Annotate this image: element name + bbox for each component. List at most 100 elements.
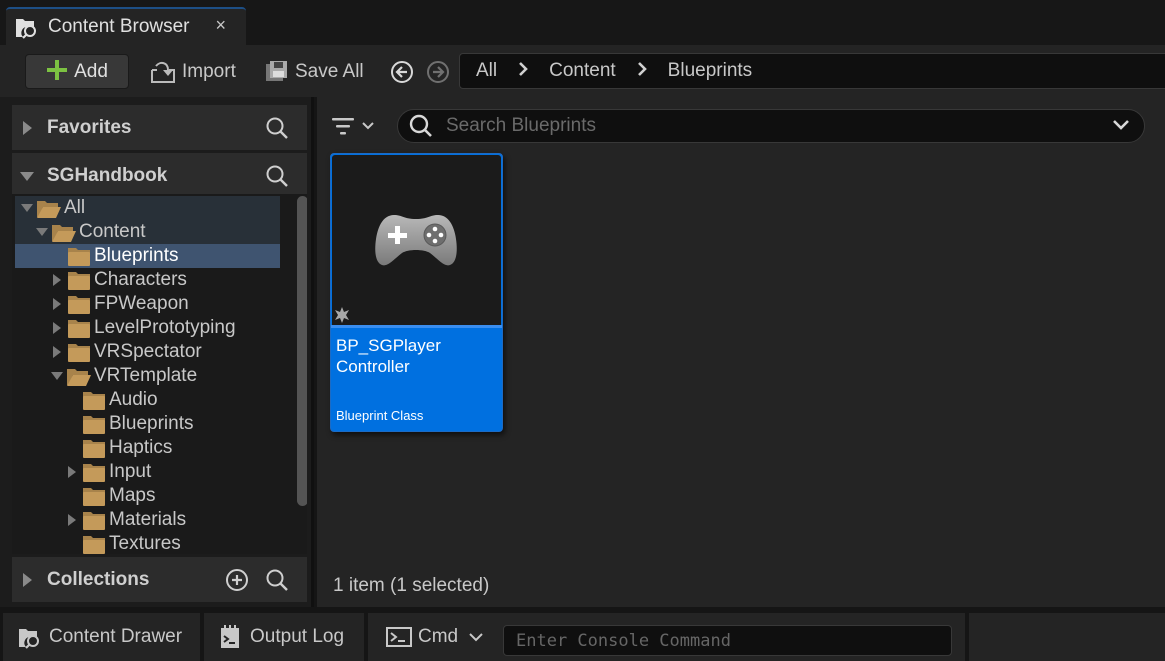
content-drawer-label: Content Drawer: [49, 626, 183, 647]
console-input-box: [503, 625, 952, 656]
close-tab-icon[interactable]: ×: [215, 15, 226, 36]
folder-open-icon: [37, 201, 61, 218]
tree-scrollbar[interactable]: [297, 196, 307, 506]
search-input[interactable]: [446, 115, 1106, 137]
gamepad-icon: [335, 215, 457, 323]
tree-item[interactable]: Input: [15, 460, 280, 484]
collections-header[interactable]: Collections: [12, 557, 307, 602]
output-log-icon: [221, 625, 239, 648]
cmd-dropdown[interactable]: Cmd: [386, 626, 484, 648]
folder-icon: [68, 248, 90, 266]
output-log-label: Output Log: [250, 626, 345, 647]
expand-arrow-icon[interactable]: [12, 572, 42, 588]
tree-item[interactable]: Blueprints: [15, 412, 280, 436]
cmd-label: Cmd: [418, 626, 459, 647]
breadcrumb: All Content Blueprints: [459, 53, 1165, 89]
tree-item[interactable]: All: [15, 196, 280, 220]
tree-item[interactable]: Blueprints: [15, 244, 280, 268]
forward-button[interactable]: [425, 59, 450, 84]
folder-icon: [68, 344, 90, 362]
asset-name-line-2: Controller: [336, 357, 410, 376]
back-button[interactable]: [389, 59, 414, 84]
import-button[interactable]: Import: [150, 54, 236, 89]
project-label: SGHandbook: [47, 164, 168, 186]
tree-item[interactable]: Textures: [15, 532, 280, 554]
tree-item-label: FPWeapon: [94, 293, 189, 314]
chevron-down-icon: [1113, 120, 1129, 130]
folder-icon: [83, 512, 105, 530]
collapse-arrow-icon[interactable]: [12, 170, 42, 182]
tree-item-label: Blueprints: [94, 245, 179, 266]
search-icon: [409, 114, 432, 137]
project-header[interactable]: SGHandbook: [12, 153, 307, 198]
folder-open-icon: [52, 225, 76, 242]
collapse-arrow-icon[interactable]: [20, 201, 34, 215]
tree-item[interactable]: LevelPrototyping: [15, 316, 280, 340]
tree-item[interactable]: Content: [15, 220, 280, 244]
tree-item[interactable]: Materials: [15, 508, 280, 532]
filter-button[interactable]: [331, 113, 383, 139]
tree-item-label: Textures: [109, 533, 181, 554]
favorites-label: Favorites: [47, 116, 132, 138]
tree-item-label: VRTemplate: [94, 365, 198, 386]
folder-icon: [83, 488, 105, 506]
collapse-arrow-icon[interactable]: [35, 225, 49, 239]
expand-arrow-icon[interactable]: [50, 345, 64, 359]
chevron-down-icon: [469, 633, 483, 642]
tree-item[interactable]: Characters: [15, 268, 280, 292]
expand-arrow-icon[interactable]: [12, 120, 42, 136]
expand-arrow-icon[interactable]: [50, 321, 64, 335]
chevron-right-icon[interactable]: [636, 61, 648, 82]
tab-title: Content Browser: [48, 16, 190, 37]
tree-item[interactable]: VRSpectator: [15, 340, 280, 364]
search-icon[interactable]: [265, 116, 289, 140]
save-all-label: Save All: [295, 60, 364, 82]
add-button[interactable]: Add: [25, 54, 129, 89]
search-box: [397, 109, 1145, 143]
folder-icon: [68, 296, 90, 314]
tree-item[interactable]: VRTemplate: [15, 364, 280, 388]
chevron-right-icon[interactable]: [517, 61, 529, 82]
import-icon: [151, 61, 175, 83]
asset-name-line-1: BP_SGPlayer: [336, 336, 441, 355]
collections-label: Collections: [47, 568, 150, 590]
console-command-input[interactable]: [516, 626, 936, 655]
expand-arrow-icon[interactable]: [65, 465, 79, 479]
tree-item-label: VRSpectator: [94, 341, 202, 362]
expand-arrow-icon[interactable]: [50, 273, 64, 287]
expand-arrow-icon[interactable]: [65, 513, 79, 527]
breadcrumb-blueprints[interactable]: Blueprints: [668, 60, 753, 82]
search-history-dropdown[interactable]: [1112, 118, 1130, 137]
search-icon[interactable]: [265, 164, 289, 188]
breadcrumb-all[interactable]: All: [476, 60, 497, 82]
tab-content-browser[interactable]: Content Browser ×: [6, 7, 246, 45]
tree-item[interactable]: Maps: [15, 484, 280, 508]
folder-icon: [83, 536, 105, 554]
console-area: Cmd: [368, 613, 965, 661]
collapse-arrow-icon[interactable]: [50, 369, 64, 383]
breadcrumb-content[interactable]: Content: [549, 60, 616, 82]
folder-tree: All Content Blueprints Characters FPWeapon Le…: [12, 194, 307, 554]
content-drawer-button[interactable]: Content Drawer: [3, 613, 200, 661]
output-log-button[interactable]: Output Log: [204, 613, 364, 661]
status-bar: Content Drawer Output Log Cmd: [0, 610, 1165, 661]
search-icon[interactable]: [265, 568, 289, 592]
tree-item[interactable]: Audio: [15, 388, 280, 412]
tree-item-label: Haptics: [109, 437, 173, 458]
add-collection-icon[interactable]: [225, 568, 249, 592]
filter-icon: [332, 118, 354, 135]
arrow-right-circle-icon: [426, 60, 449, 83]
tree-item[interactable]: FPWeapon: [15, 292, 280, 316]
expand-arrow-icon[interactable]: [50, 297, 64, 311]
asset-tile[interactable]: BP_SGPlayer Controller Blueprint Class: [330, 153, 503, 432]
tree-item[interactable]: Haptics: [15, 436, 280, 460]
favorites-header[interactable]: Favorites: [12, 105, 307, 150]
tree-item-label: Audio: [109, 389, 158, 410]
tree-item-label: Input: [109, 461, 152, 482]
save-all-button[interactable]: Save All: [265, 54, 364, 89]
